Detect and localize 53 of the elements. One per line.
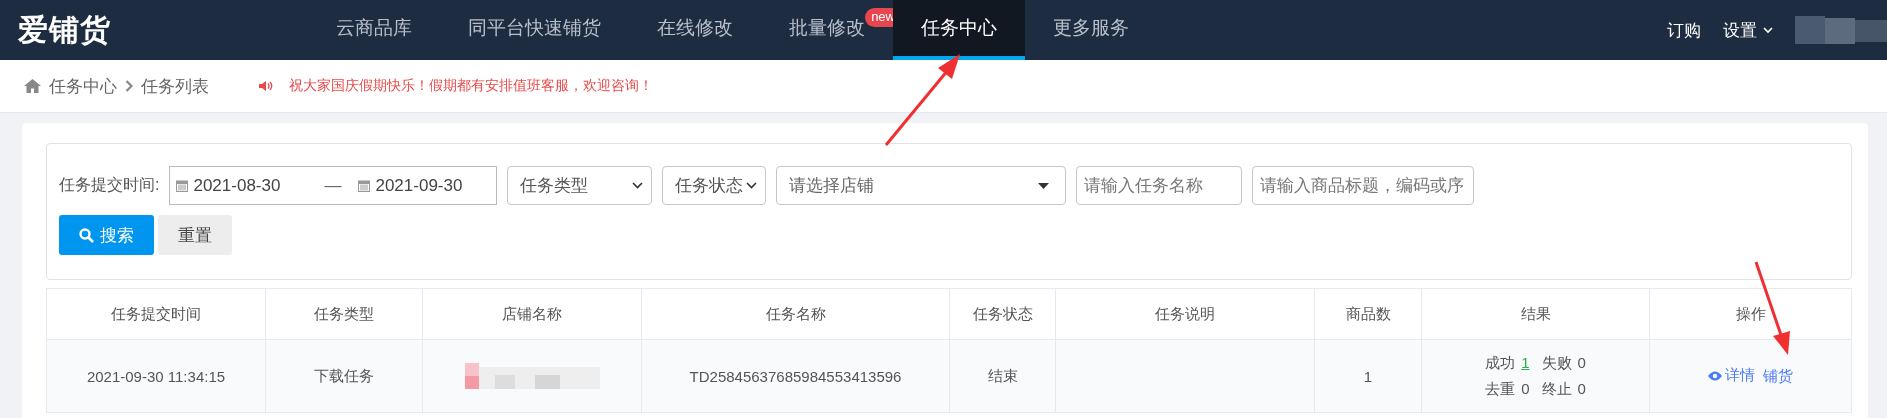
- table-cell: 2021-09-30 11:34:15: [86, 367, 226, 385]
- chevron-down-icon: [746, 182, 758, 189]
- order-link[interactable]: 订购: [1667, 18, 1701, 42]
- store-select[interactable]: 请选择店铺: [776, 166, 1067, 205]
- logo[interactable]: 爱铺货: [0, 0, 308, 60]
- breadcrumb-current: 任务列表: [141, 75, 209, 98]
- date-separator: —: [324, 175, 342, 196]
- table-cell: 1: [1363, 367, 1373, 385]
- date-value: 2021-08-30: [193, 175, 281, 196]
- column-header: 任务提交时间: [46, 288, 266, 340]
- speaker-icon: [259, 80, 273, 92]
- result-item: 成功 1: [1485, 353, 1530, 373]
- reset-button[interactable]: 重置: [158, 215, 232, 255]
- result-item: 失败 0: [1541, 353, 1586, 373]
- settings-menu[interactable]: 设置: [1723, 18, 1773, 42]
- column-header: 任务名称: [641, 288, 950, 340]
- column-header: 任务类型: [265, 288, 423, 340]
- chevron-down-icon: [632, 182, 644, 189]
- search-input[interactable]: 请输入商品标题，编码或序: [1252, 166, 1475, 205]
- calendar-icon: [358, 179, 371, 192]
- home-icon: [24, 79, 41, 93]
- column-header: 店铺名称: [422, 288, 642, 340]
- filter-label: 任务提交时间:: [59, 175, 160, 195]
- notice-text: 祝大家国庆假期快乐！假期都有安排值班客服，欢迎咨询！: [289, 77, 653, 95]
- details-link[interactable]: 详情: [1708, 366, 1755, 386]
- search-input[interactable]: 请输入任务名称: [1076, 166, 1243, 205]
- date-value: 2021-09-30: [375, 175, 464, 196]
- search-icon: [79, 227, 94, 243]
- column-header: 商品数: [1314, 288, 1422, 340]
- nav-tab[interactable]: 任务中心: [893, 0, 1025, 60]
- select-field[interactable]: 任务状态: [662, 166, 767, 205]
- column-header: 结果: [1421, 288, 1650, 340]
- date-range-field[interactable]: 2021-08-30 — 2021-09-30: [169, 166, 498, 205]
- nav-tab[interactable]: 同平台快速铺货: [440, 0, 629, 60]
- nav-tab[interactable]: 更多服务: [1025, 0, 1157, 60]
- nav-tab[interactable]: 在线修改: [629, 0, 761, 60]
- table-cell: 下载任务: [314, 366, 374, 384]
- breadcrumb-link[interactable]: 任务中心: [49, 74, 117, 98]
- chevron-icon: [125, 80, 133, 92]
- nav-tab[interactable]: 云商品库: [308, 0, 440, 60]
- caret-icon: [1763, 26, 1773, 34]
- select-field[interactable]: 任务类型: [507, 166, 653, 205]
- result-item: 终止 0: [1541, 379, 1586, 399]
- column-header: 任务说明: [1055, 288, 1315, 340]
- calendar-icon: [176, 179, 189, 192]
- column-header: 任务状态: [949, 288, 1056, 340]
- caret-icon: [1038, 182, 1050, 189]
- column-header: 操作: [1649, 288, 1852, 340]
- eye-icon: [1708, 370, 1722, 381]
- table-cell: TD25845637685984553413596: [689, 367, 902, 385]
- result-item: 去重 0: [1485, 379, 1530, 399]
- table-cell: 结束: [987, 366, 1018, 384]
- distribute-link[interactable]: 铺货: [1763, 366, 1793, 386]
